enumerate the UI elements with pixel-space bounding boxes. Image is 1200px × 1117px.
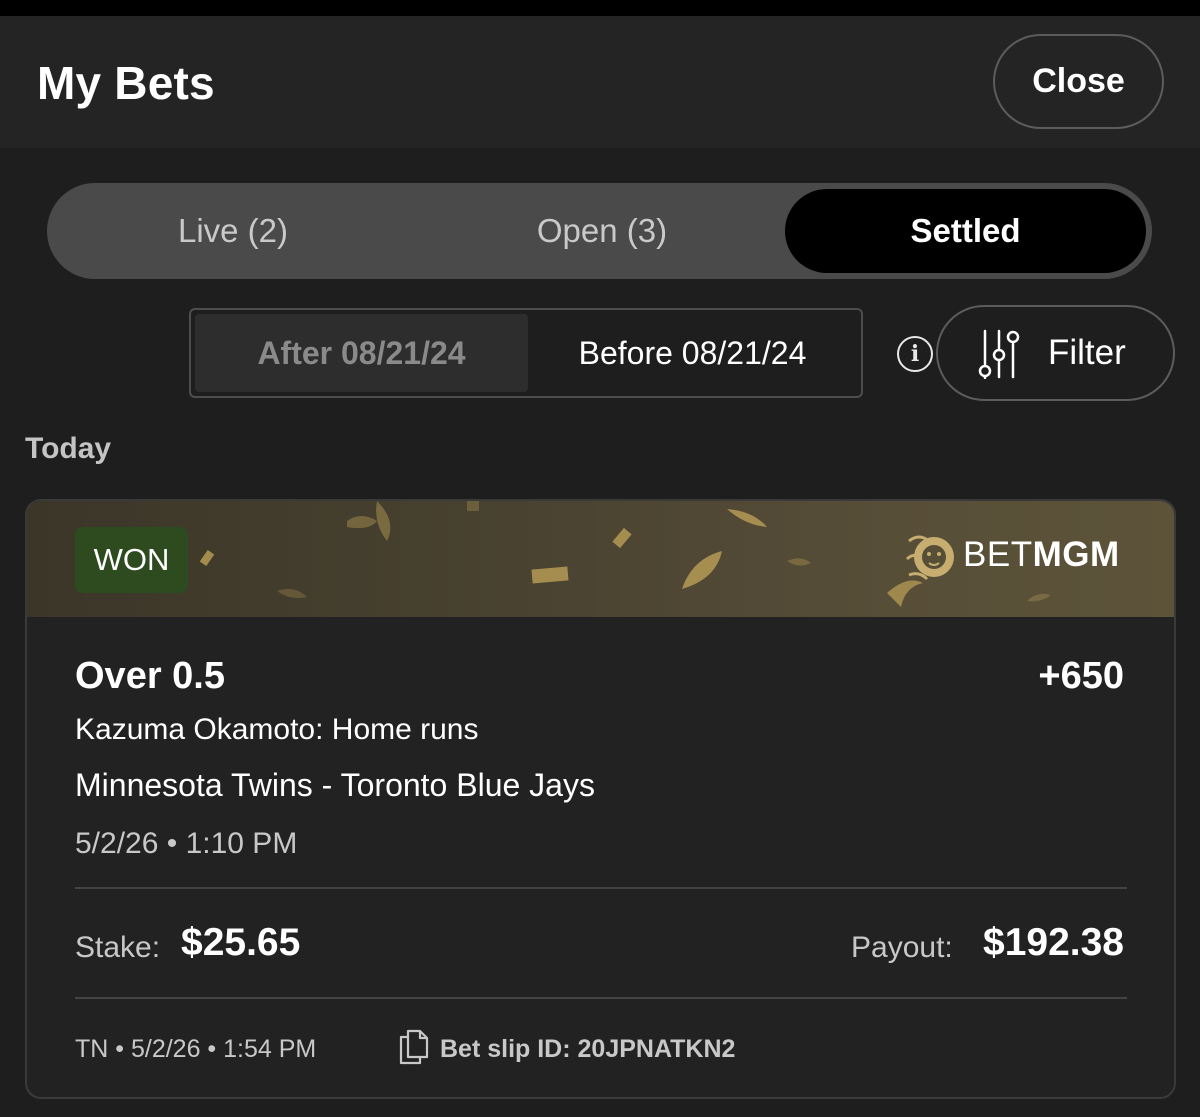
- stake-value: $25.65: [181, 921, 301, 964]
- status-badge: WON: [75, 527, 188, 593]
- bet-slip-id: Bet slip ID: 20JPNATKN2: [440, 1035, 736, 1063]
- date-before-option[interactable]: Before 08/21/24: [528, 314, 857, 392]
- payout-label: Payout:: [851, 931, 953, 964]
- my-bets-screen: My Bets Close Live (2) Open (3) Settled …: [0, 0, 1200, 1117]
- sliders-icon: [978, 329, 1020, 379]
- bet-market: Kazuma Okamoto: Home runs: [75, 713, 479, 746]
- lion-logo-icon: [905, 535, 954, 581]
- bet-odds: +650: [1038, 655, 1124, 697]
- copy-icon[interactable]: [399, 1029, 429, 1065]
- stake-label: Stake:: [75, 931, 161, 964]
- brand-suffix: MGM: [1032, 535, 1120, 574]
- page-title: My Bets: [37, 57, 215, 109]
- header: My Bets Close: [0, 16, 1200, 148]
- placed-info: TN • 5/2/26 • 1:54 PM: [75, 1035, 317, 1063]
- tab-settled[interactable]: Settled: [785, 189, 1146, 273]
- event-time: 5/2/26 • 1:10 PM: [75, 827, 298, 860]
- info-icon[interactable]: i: [897, 336, 933, 372]
- brand-prefix: BET: [963, 535, 1033, 574]
- date-range-toggle: After 08/21/24 Before 08/21/24: [189, 308, 863, 398]
- brand-wordmark: BETMGM: [963, 535, 1120, 575]
- bet-card[interactable]: WON BETMGM Over 0.5 +650 Kazuma Okamoto:…: [25, 499, 1176, 1099]
- filter-label: Filter: [1048, 333, 1126, 372]
- bet-selection: Over 0.5: [75, 655, 225, 697]
- bet-event: Minnesota Twins - Toronto Blue Jays: [75, 767, 595, 803]
- divider: [75, 887, 1127, 889]
- section-heading-today: Today: [25, 432, 112, 465]
- tab-open[interactable]: Open (3): [419, 183, 785, 279]
- bet-status-tabs: Live (2) Open (3) Settled: [47, 183, 1152, 279]
- filter-button[interactable]: Filter: [936, 305, 1175, 401]
- close-button[interactable]: Close: [993, 34, 1164, 129]
- divider: [75, 997, 1127, 999]
- payout-value: $192.38: [983, 921, 1124, 964]
- tab-live[interactable]: Live (2): [47, 183, 419, 279]
- won-banner: WON BETMGM: [27, 501, 1174, 617]
- date-after-option[interactable]: After 08/21/24: [195, 314, 528, 392]
- status-bar-edge: [0, 0, 1200, 16]
